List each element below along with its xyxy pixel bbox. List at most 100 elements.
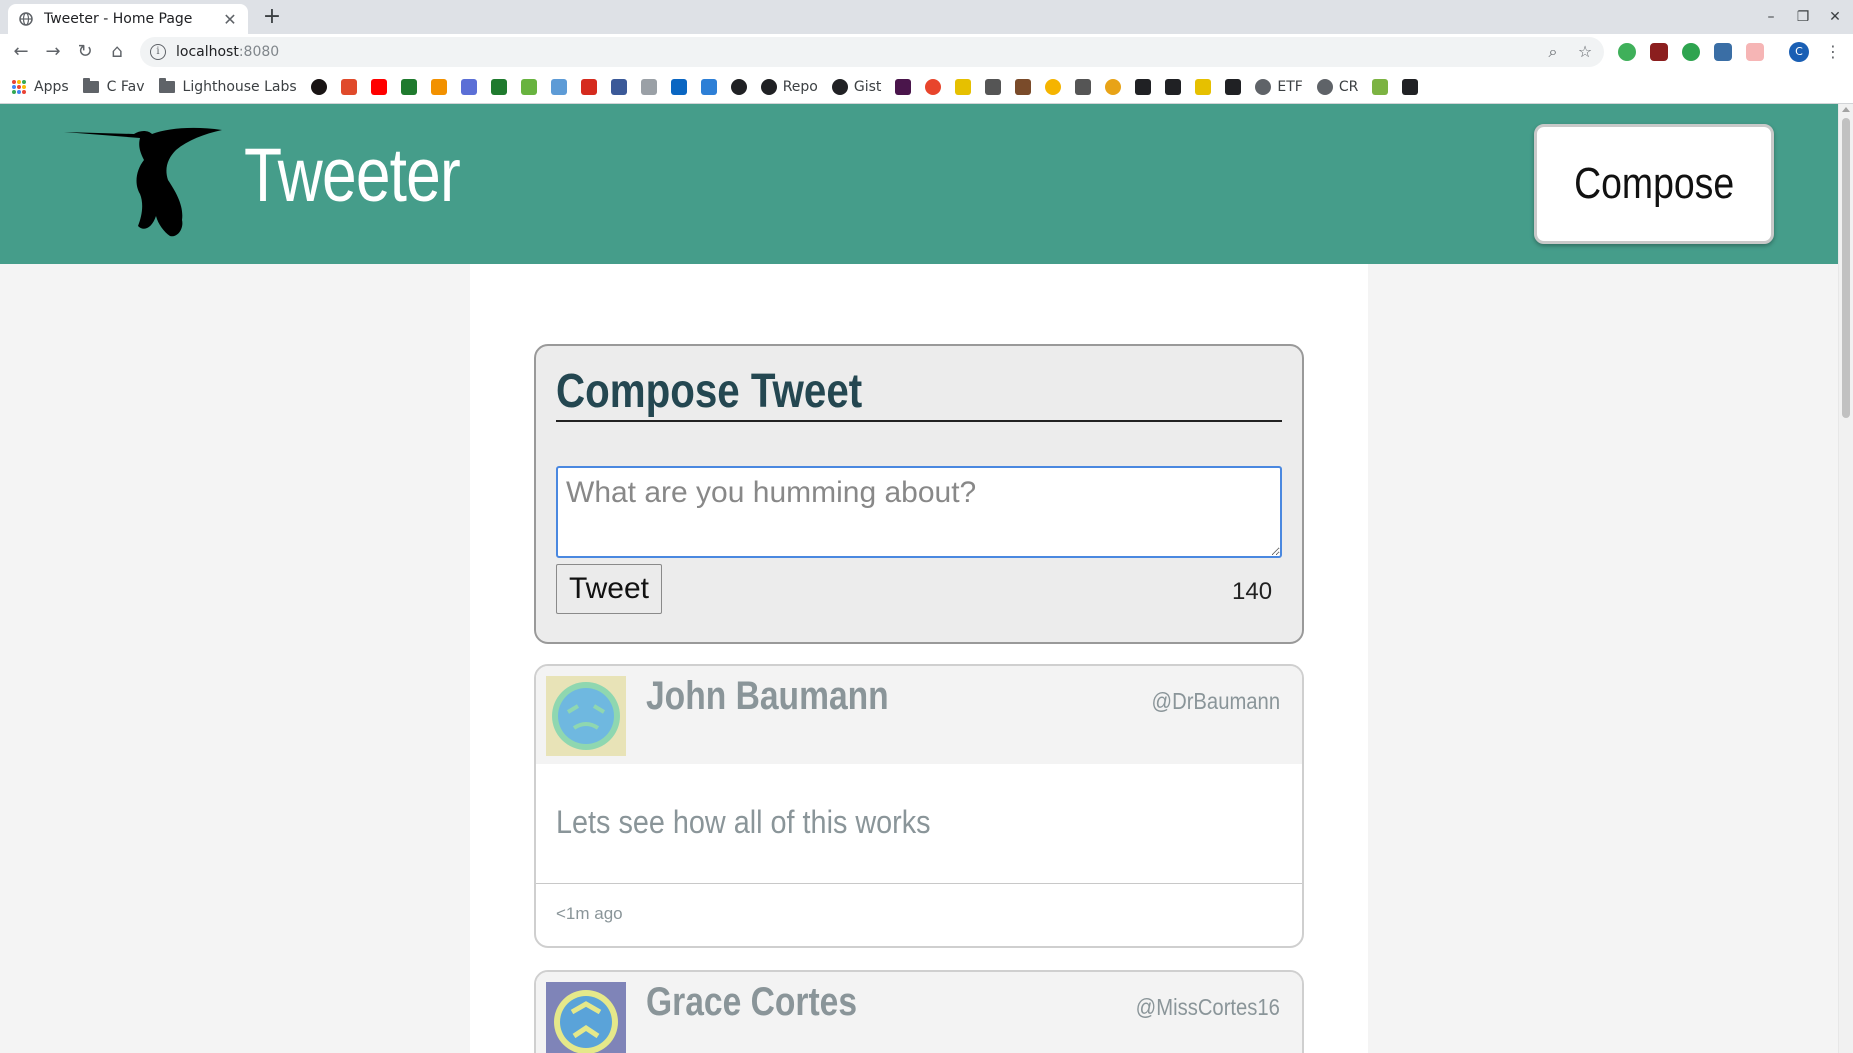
chat-extension-icon[interactable]	[1682, 43, 1700, 61]
bookmark-item[interactable]	[1165, 78, 1182, 95]
screenshot-extension-icon[interactable]	[1714, 43, 1732, 61]
menu-icon[interactable]: ⋮	[1820, 39, 1846, 65]
tweet-author-name: John Baumann	[646, 674, 889, 718]
bookmark-item[interactable]	[370, 78, 387, 95]
bookmark-item[interactable]	[1372, 78, 1389, 95]
info-icon[interactable]: i	[150, 44, 166, 60]
bookmark-item[interactable]: Apps	[12, 79, 69, 95]
bookmark-item[interactable]	[955, 78, 972, 95]
bookmark-item[interactable]: Lighthouse Labs	[158, 77, 297, 95]
cb-icon	[985, 78, 1002, 95]
bookmark-item[interactable]	[1402, 78, 1419, 95]
tweet-body: Lets see how all of this works	[536, 764, 1302, 884]
home-icon[interactable]: ⌂	[104, 39, 130, 65]
globe-grid-icon	[640, 78, 657, 95]
new-tab-button[interactable]: +	[258, 4, 286, 32]
bookmark-item[interactable]	[1015, 78, 1032, 95]
bookmark-item[interactable]	[895, 78, 912, 95]
flag-icon	[1015, 78, 1032, 95]
bookmark-item[interactable]: ETF	[1255, 78, 1303, 95]
bookmarks-bar: Apps C Fav Lighthouse Labs Repo Gist ETF CR	[0, 70, 1853, 104]
bookmark-item[interactable]	[1045, 78, 1062, 95]
apps-grid-icon	[12, 79, 26, 94]
fork-icon	[1075, 78, 1092, 95]
bookmark-item[interactable]	[1225, 78, 1242, 95]
bookmark-item[interactable]	[985, 78, 1002, 95]
bookmark-label: Gist	[853, 78, 882, 95]
bookmark-item[interactable]	[1135, 78, 1152, 95]
tab-title: Tweeter - Home Page	[44, 11, 193, 27]
circle-plus-icon	[730, 78, 747, 95]
bookmark-item[interactable]	[1075, 78, 1092, 95]
avatar	[546, 982, 626, 1053]
compose-toggle-button[interactable]: Compose	[1534, 124, 1774, 244]
bookmark-item[interactable]	[580, 78, 597, 95]
char-counter: 140	[1232, 578, 1273, 605]
reload-icon[interactable]: ↻	[72, 39, 98, 65]
scroll-up-arrow-icon[interactable]	[1842, 107, 1850, 112]
bookmark-item[interactable]	[610, 78, 627, 95]
dots-icon	[1165, 78, 1182, 95]
tweet-text: Lets see how all of this works	[556, 804, 931, 840]
tweet-footer: <1m ago	[536, 884, 1302, 946]
bookmark-item[interactable]	[430, 78, 447, 95]
bookmark-item[interactable]	[520, 78, 537, 95]
compose-toggle-label: Compose	[1573, 159, 1735, 208]
tweet-card: Grace Cortes @MissCortes16	[534, 970, 1304, 1053]
scrollbar-thumb[interactable]	[1842, 118, 1850, 418]
bookmark-label: Repo	[782, 78, 818, 95]
bookmark-item[interactable]	[400, 78, 417, 95]
folder-icon	[82, 77, 99, 93]
bookmark-star-icon[interactable]: ☆	[1572, 39, 1598, 65]
spotify-icon	[310, 78, 327, 95]
bookmark-label: CR	[1338, 78, 1359, 95]
ublock-extension-icon[interactable]	[1650, 43, 1668, 61]
bookmark-item[interactable]: Gist	[831, 78, 882, 95]
zoom-icon[interactable]: ⌕	[1540, 39, 1566, 65]
tweet-author-handle: @MissCortes16	[1135, 994, 1280, 1020]
address-bar[interactable]: i localhost :8080	[140, 37, 1604, 67]
bookmark-item[interactable]	[730, 78, 747, 95]
bookmark-item[interactable]	[670, 78, 687, 95]
compose-tweet-form: Compose Tweet Tweet 140	[534, 344, 1304, 644]
github-icon	[831, 78, 848, 95]
hummingbird-logo-icon	[64, 127, 222, 237]
bookmark-item[interactable]	[460, 78, 477, 95]
bookmark-item[interactable]	[550, 78, 567, 95]
globe-icon	[1316, 78, 1333, 95]
tweet-textarea[interactable]	[556, 466, 1282, 558]
evernote-extension-icon[interactable]	[1618, 43, 1636, 61]
back-icon[interactable]: ←	[8, 39, 34, 65]
profile-avatar[interactable]: C	[1789, 42, 1809, 62]
bookmark-item[interactable]	[640, 78, 657, 95]
ejs-icon	[1195, 78, 1212, 95]
bookmark-item[interactable]	[1105, 78, 1122, 95]
bookmark-label: Lighthouse Labs	[182, 78, 297, 95]
globe-icon	[18, 11, 34, 27]
url-port: :8080	[238, 44, 280, 60]
arrow-extension-icon[interactable]	[1746, 43, 1764, 61]
bookmark-item[interactable]	[1195, 78, 1212, 95]
window-close-icon[interactable]: ✕	[1818, 4, 1852, 30]
bookmark-item[interactable]	[340, 78, 357, 95]
minimize-icon[interactable]: –	[1754, 4, 1788, 30]
td-icon	[490, 78, 507, 95]
bookmark-item[interactable]: CR	[1316, 78, 1359, 95]
td-icon	[400, 78, 417, 95]
restore-icon[interactable]: ❐	[1786, 4, 1820, 30]
close-icon[interactable]: ✕	[222, 10, 238, 29]
bookmark-item[interactable]	[925, 78, 942, 95]
shield-icon	[520, 78, 537, 95]
browser-tab[interactable]: Tweeter - Home Page ✕	[8, 4, 248, 34]
bookmark-label: C Fav	[106, 78, 145, 95]
tweet-author-handle: @DrBaumann	[1151, 688, 1280, 714]
tweet-submit-button[interactable]: Tweet	[556, 564, 662, 614]
page-scrollbar[interactable]	[1838, 104, 1853, 1053]
bookmark-item[interactable]: Repo	[760, 78, 818, 95]
bookmark-item[interactable]	[700, 78, 717, 95]
forward-icon[interactable]: →	[40, 39, 66, 65]
maple-leaf-icon	[580, 78, 597, 95]
bookmark-item[interactable]	[490, 78, 507, 95]
bookmark-item[interactable]	[310, 78, 327, 95]
bookmark-item[interactable]: C Fav	[82, 77, 145, 95]
